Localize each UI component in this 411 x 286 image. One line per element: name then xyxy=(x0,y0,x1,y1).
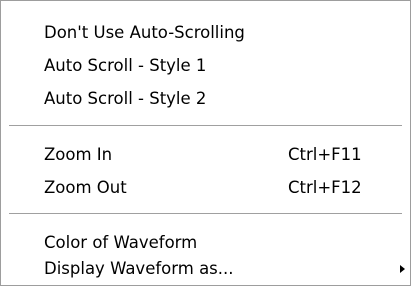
menu-separator xyxy=(9,213,402,215)
menu-item-dont-use-auto-scrolling[interactable]: Don't Use Auto-Scrolling xyxy=(2,17,409,50)
triangle-right-icon xyxy=(400,265,405,273)
menu-item-zoom-in[interactable]: Zoom In Ctrl+F11 xyxy=(2,139,409,172)
menu-item-label: Auto Scroll - Style 1 xyxy=(44,56,207,76)
menu-item-display-waveform-as[interactable]: Display Waveform as... xyxy=(2,253,409,286)
menu-item-zoom-out[interactable]: Zoom Out Ctrl+F12 xyxy=(2,172,409,205)
menu-item-label: Zoom Out xyxy=(44,178,127,198)
menu-item-label: Display Waveform as... xyxy=(44,259,234,279)
menu-separator xyxy=(9,125,402,127)
menu-item-shortcut: Ctrl+F11 xyxy=(288,145,362,165)
context-menu: Don't Use Auto-Scrolling Auto Scroll - S… xyxy=(0,0,411,286)
menu-item-auto-scroll-style-2[interactable]: Auto Scroll - Style 2 xyxy=(2,83,409,116)
menu-item-label: Zoom In xyxy=(44,145,113,165)
menu-item-shortcut: Ctrl+F12 xyxy=(288,178,362,198)
menu-item-label: Don't Use Auto-Scrolling xyxy=(44,23,245,43)
menu-item-auto-scroll-style-1[interactable]: Auto Scroll - Style 1 xyxy=(2,50,409,83)
menu-item-label: Auto Scroll - Style 2 xyxy=(44,89,207,109)
menu-item-label: Color of Waveform xyxy=(44,233,198,253)
